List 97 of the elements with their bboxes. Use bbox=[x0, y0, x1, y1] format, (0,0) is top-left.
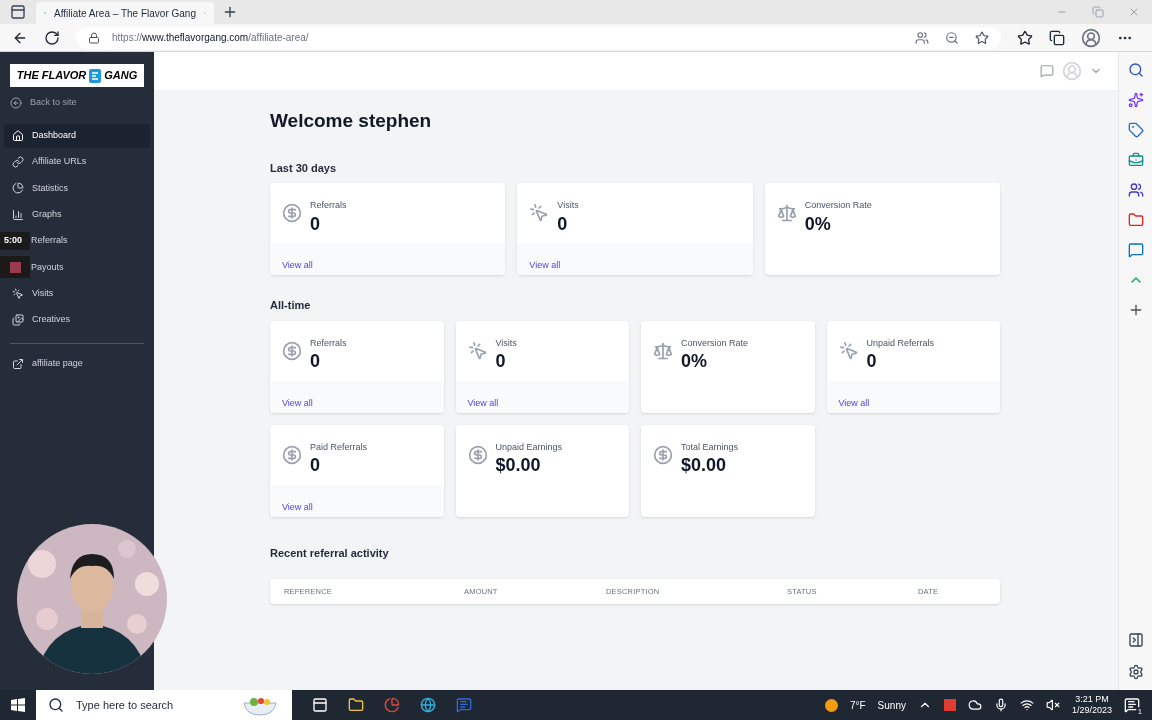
images-icon bbox=[12, 314, 24, 327]
clock-date: 1/29/2023 bbox=[1071, 705, 1112, 717]
wifi-icon[interactable] bbox=[1019, 698, 1034, 712]
cursor-click-icon bbox=[838, 340, 859, 361]
tag-icon[interactable] bbox=[1127, 122, 1144, 138]
mascot-icon bbox=[88, 67, 103, 84]
collections-icon[interactable] bbox=[1049, 29, 1065, 46]
weather: Sunny bbox=[877, 698, 906, 713]
stat-value: 0% bbox=[681, 350, 708, 373]
stat-label: Unpaid Earnings bbox=[495, 440, 563, 454]
address-bar[interactable]: https://www.theflavorgang.com/affiliate-area/ bbox=[76, 26, 1001, 49]
sidebar-item[interactable]: Referrals bbox=[30, 229, 150, 254]
temperature: 7°F bbox=[849, 698, 866, 713]
back-icon bbox=[10, 96, 22, 109]
stop-icon bbox=[9, 261, 21, 273]
windows-start-icon[interactable] bbox=[11, 698, 25, 712]
stat-label: Referrals bbox=[310, 336, 347, 350]
people-icon[interactable] bbox=[1127, 182, 1144, 198]
stat-value: 0 bbox=[495, 350, 507, 373]
weather-sun-icon bbox=[824, 698, 838, 712]
link-icon bbox=[12, 155, 24, 168]
folder-icon[interactable] bbox=[348, 697, 364, 713]
stat-label: Visits bbox=[557, 199, 579, 212]
search-icon bbox=[48, 697, 64, 713]
section-title: All-time bbox=[270, 298, 312, 313]
sparkle-icon[interactable] bbox=[1127, 92, 1144, 108]
stat-value: $0.00 bbox=[495, 454, 542, 477]
dollar-icon bbox=[282, 444, 302, 465]
microphone-icon[interactable] bbox=[993, 698, 1008, 712]
stat-value: 0 bbox=[310, 454, 321, 477]
view-all-link[interactable]: View all bbox=[282, 397, 313, 408]
cloud-icon[interactable] bbox=[967, 698, 982, 712]
mute-icon[interactable] bbox=[1045, 698, 1060, 712]
stop-recording-button[interactable] bbox=[0, 256, 30, 279]
sidebar-item[interactable]: affiliate page bbox=[4, 351, 150, 376]
view-all-link[interactable]: View all bbox=[529, 260, 561, 270]
browser-tab[interactable]: Affiliate Area – The Flavor Gang bbox=[36, 2, 214, 24]
stat-label: Paid Referrals bbox=[310, 440, 368, 454]
tab-actions-icon[interactable] bbox=[10, 4, 26, 20]
search-icon[interactable] bbox=[1127, 62, 1144, 78]
view-all-link[interactable]: View all bbox=[838, 397, 870, 408]
logo: THE FLAVOR GANG bbox=[10, 64, 144, 87]
dollar-icon bbox=[282, 340, 302, 361]
stat-label: Total Earnings bbox=[681, 440, 739, 454]
stat-value: 0% bbox=[804, 212, 832, 235]
sidebar-item[interactable]: Visits bbox=[4, 281, 150, 306]
sidebar-item[interactable]: Dashboard bbox=[4, 123, 150, 148]
section-title: Last 30 days bbox=[270, 160, 338, 176]
stat-label: Referrals bbox=[310, 199, 347, 212]
stat-value: 0 bbox=[866, 350, 878, 373]
stat-value: 0 bbox=[310, 212, 321, 235]
scale-icon bbox=[653, 340, 673, 361]
taskbar-search-field[interactable]: Type here to search bbox=[36, 690, 292, 720]
zoom-out-icon[interactable] bbox=[945, 30, 959, 45]
bar-chart-icon bbox=[12, 208, 24, 221]
view-all-link[interactable]: View all bbox=[282, 501, 313, 512]
section-title: Recent referral activity bbox=[270, 545, 390, 561]
sidebar-item[interactable]: Payouts bbox=[30, 255, 150, 280]
briefcase-icon[interactable] bbox=[1127, 152, 1144, 168]
add-favorite-icon[interactable] bbox=[975, 30, 989, 45]
notifications-icon[interactable] bbox=[1124, 697, 1140, 713]
profile-icon[interactable] bbox=[1081, 27, 1101, 48]
home-icon bbox=[12, 129, 24, 142]
scale-icon bbox=[776, 203, 797, 223]
sidebar-item[interactable]: Statistics bbox=[4, 176, 150, 201]
favorites-icon[interactable] bbox=[1017, 29, 1033, 46]
sidebar-item[interactable]: Affiliate URLs bbox=[4, 149, 150, 174]
stat-label: Conversion Rate bbox=[804, 199, 872, 212]
back-to-site-link[interactable]: Back to site bbox=[4, 96, 150, 110]
app-icon[interactable] bbox=[943, 699, 956, 711]
task-view-icon[interactable] bbox=[312, 697, 328, 713]
sidebar-item[interactable]: Creatives bbox=[4, 308, 150, 333]
view-all-link[interactable]: View all bbox=[282, 260, 313, 270]
cursor-click-icon bbox=[12, 287, 24, 300]
lock-icon bbox=[88, 31, 100, 44]
dollar-icon bbox=[467, 444, 488, 465]
new-tab-icon[interactable] bbox=[222, 4, 238, 20]
stat-label: Conversion Rate bbox=[681, 336, 749, 350]
external-link-icon bbox=[12, 357, 24, 370]
stat-value: 0 bbox=[310, 350, 321, 373]
clock-time: 3:21 PM bbox=[1075, 693, 1109, 705]
stat-value: $0.00 bbox=[681, 454, 728, 477]
settings-icon[interactable] bbox=[1127, 664, 1144, 680]
page-title: Welcome stephen bbox=[270, 109, 433, 133]
dollar-icon bbox=[653, 444, 673, 465]
stat-value: 0 bbox=[557, 212, 569, 235]
hide-sidebar-icon[interactable] bbox=[1127, 632, 1144, 648]
reload-icon[interactable] bbox=[44, 29, 60, 46]
stat-label: Visits bbox=[495, 336, 517, 350]
cursor-click-icon bbox=[467, 340, 488, 361]
pie-chart-icon bbox=[12, 182, 24, 195]
view-all-link[interactable]: View all bbox=[467, 397, 499, 408]
dollar-icon bbox=[282, 203, 302, 223]
cursor-click-icon bbox=[529, 203, 550, 223]
stat-label: Unpaid Referrals bbox=[866, 336, 935, 350]
timer: 5:00 bbox=[0, 232, 30, 250]
sidebar-item[interactable]: Graphs bbox=[4, 202, 150, 227]
